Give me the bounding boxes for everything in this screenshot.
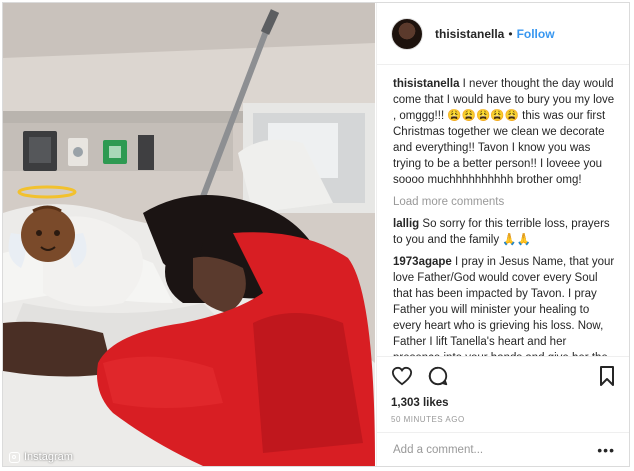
comment-text: So sorry for this terrible loss, prayers… [393,218,610,246]
post-side-panel: thisistanella • Follow thisistanella I n… [376,3,629,466]
add-comment-input[interactable] [391,442,598,457]
heart-icon[interactable] [391,366,413,391]
hospital-photo [3,3,375,466]
instagram-logo-icon [9,451,20,463]
header-username[interactable]: thisistanella [435,27,504,41]
post-header: thisistanella • Follow [377,3,629,65]
comment-text: I pray in Jesus Name, that your love Fat… [393,256,615,356]
caption-text: I never thought the day would come that … [393,78,615,186]
caption-username[interactable]: thisistanella [393,78,459,90]
post-actions: 1,303 likes 50 MINUTES AGO [377,356,629,424]
comment-item: lallig So sorry for this terrible loss, … [393,216,615,248]
post-photo[interactable]: Instagram [3,3,375,466]
avatar[interactable] [391,17,423,50]
comment-icon[interactable] [427,365,449,392]
follow-button[interactable]: Follow [517,27,555,41]
add-comment-bar: ••• [377,432,629,466]
comment-username[interactable]: lallig [393,218,419,230]
post-timestamp: 50 MINUTES AGO [391,415,465,424]
bookmark-icon[interactable] [599,365,615,391]
more-options-icon[interactable]: ••• [597,442,615,458]
instagram-post-card: Instagram thisistanella • Follow thisist… [2,2,630,467]
comment-item: 1973agape I pray in Jesus Name, that you… [393,254,615,356]
comment-username[interactable]: 1973agape [393,256,452,268]
instagram-watermark: Instagram [9,451,73,463]
watermark-label: Instagram [24,451,73,463]
caption: thisistanella I never thought the day wo… [393,76,615,188]
header-separator: • [508,26,513,41]
likes-count[interactable]: 1,303 likes [391,397,615,409]
action-icons-row [391,363,615,393]
load-more-comments-button[interactable]: Load more comments [393,194,615,210]
comments-section: thisistanella I never thought the day wo… [377,66,629,356]
